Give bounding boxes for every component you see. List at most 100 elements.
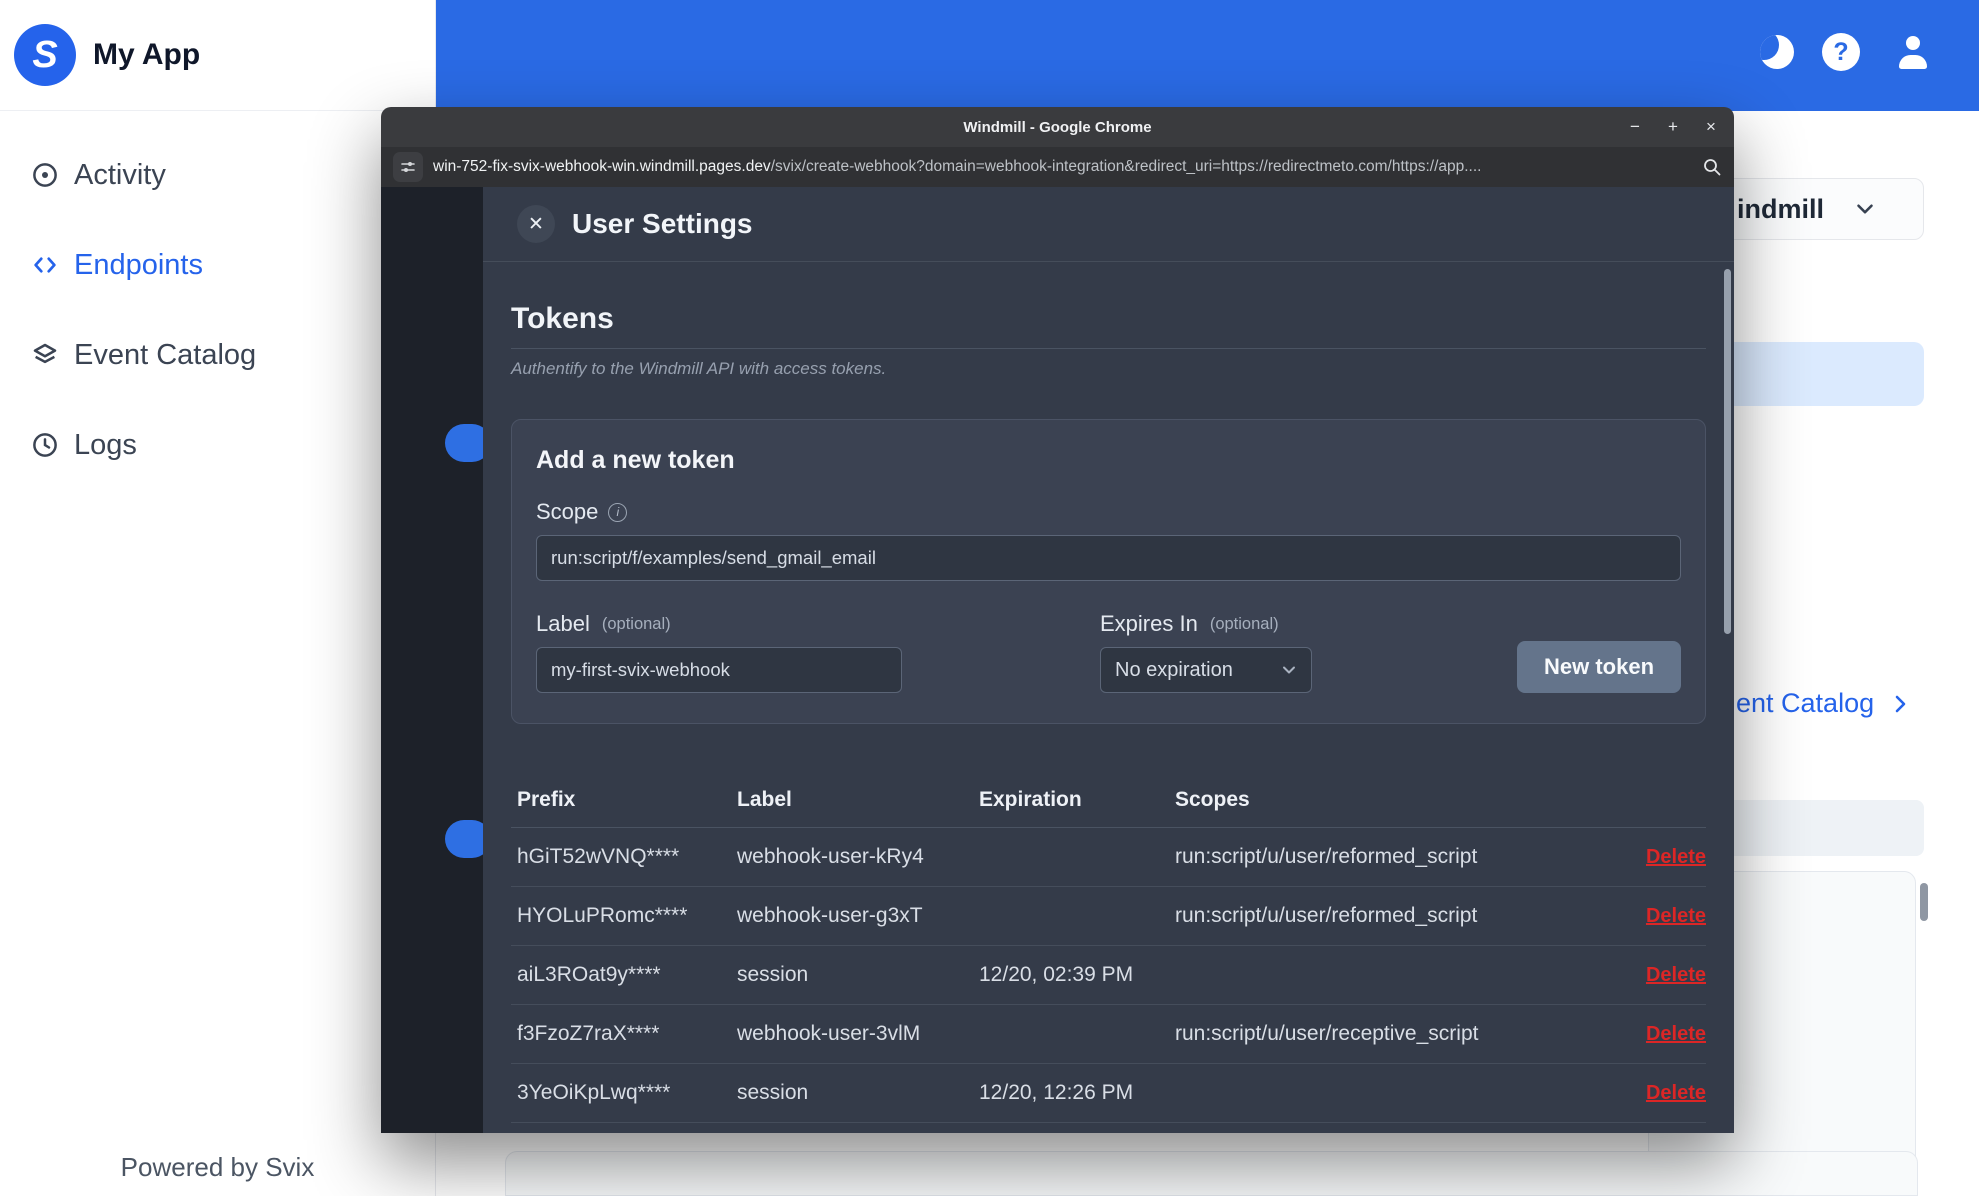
close-modal-button[interactable]: ✕ xyxy=(517,205,555,243)
token-label: webhook-user-g3xT xyxy=(737,904,923,927)
app-title: My App xyxy=(93,38,201,71)
page-scrollbar-thumb[interactable] xyxy=(1920,883,1928,921)
address-bar[interactable]: win-752-fix-svix-webhook-win.windmill.pa… xyxy=(433,158,1694,176)
expires-label-row: Expires In (optional) xyxy=(1100,611,1312,637)
delete-token-link[interactable]: Delete xyxy=(1620,964,1706,987)
app-logo: S xyxy=(14,24,76,86)
user-settings-modal: ✕ User Settings Tokens Authentify to the… xyxy=(483,187,1734,1133)
event-catalog-icon xyxy=(33,343,57,364)
modal-scrollbar-thumb[interactable] xyxy=(1724,269,1731,634)
expires-optional-hint: (optional) xyxy=(1209,614,1279,633)
maximize-button[interactable]: + xyxy=(1660,114,1686,140)
sidebar-item-label: Endpoints xyxy=(74,248,203,281)
minimize-button[interactable]: − xyxy=(1622,114,1648,140)
modal-body: Tokens Authentify to the Windmill API wi… xyxy=(483,302,1734,1123)
url-path: /svix/create-webhook?domain=webhook-inte… xyxy=(770,158,1482,175)
endpoints-icon xyxy=(34,257,56,273)
token-form-row: Label (optional) Expires In (optional) xyxy=(536,611,1681,693)
token-prefix: HYOLuPRomc**** xyxy=(517,904,688,927)
expires-select-value: No expiration xyxy=(1115,658,1233,681)
delete-token-link[interactable]: Delete xyxy=(1620,905,1706,928)
token-label: session xyxy=(737,963,809,986)
token-row: HYOLuPRomc**** webhook-user-g3xT run:scr… xyxy=(511,887,1706,946)
token-prefix: 3YeOiKpLwq**** xyxy=(517,1081,671,1104)
token-label: webhook-user-kRy4 xyxy=(737,845,924,868)
delete-token-link[interactable]: Delete xyxy=(1620,1023,1706,1046)
sidebar-item-event-catalog[interactable]: Event Catalog xyxy=(0,310,435,400)
chevron-right-icon xyxy=(1895,695,1906,712)
desktop: ? S My App Activity Endpoints Event Cata… xyxy=(0,0,1979,1196)
background-panel-bottom xyxy=(505,1151,1918,1196)
tokens-table: Prefix Label Expiration Scopes hGiT52wVN… xyxy=(511,772,1706,1123)
window-title: Windmill - Google Chrome xyxy=(963,118,1152,136)
scope-label-row: Scope i xyxy=(536,499,1681,525)
site-settings-button[interactable] xyxy=(393,152,423,182)
sidebar-item-label: Activity xyxy=(74,158,166,191)
tokens-heading: Tokens xyxy=(511,302,1706,349)
token-prefix: f3FzoZ7raX**** xyxy=(517,1022,660,1045)
token-expiration: 12/20, 02:39 PM xyxy=(979,963,1134,986)
modal-header: ✕ User Settings xyxy=(483,187,1734,262)
logs-icon xyxy=(33,433,57,457)
sidebar-item-activity[interactable]: Activity xyxy=(0,130,435,220)
event-catalog-link[interactable]: ent Catalog xyxy=(1736,688,1912,719)
zoom-button[interactable] xyxy=(1702,157,1722,177)
expires-label: Expires In xyxy=(1100,611,1198,636)
label-label-row: Label (optional) xyxy=(536,611,902,637)
token-scopes: run:script/u/user/reformed_script xyxy=(1175,845,1478,868)
window-titlebar[interactable]: Windmill - Google Chrome − + × xyxy=(381,107,1734,147)
window-controls: − + × xyxy=(1622,107,1724,147)
page-behind-modal xyxy=(381,187,491,1133)
token-row: 3YeOiKpLwq**** session 12/20, 12:26 PM D… xyxy=(511,1064,1706,1123)
browser-viewport: ✕ User Settings Tokens Authentify to the… xyxy=(381,187,1734,1133)
sidebar-item-label: Logs xyxy=(74,428,137,461)
token-scopes: run:script/u/user/reformed_script xyxy=(1175,904,1478,927)
tune-icon xyxy=(401,162,415,172)
token-label: webhook-user-3vlM xyxy=(737,1022,921,1045)
sidebar-nav: Activity Endpoints Event Catalog Logs xyxy=(0,130,435,490)
scope-input[interactable] xyxy=(536,535,1681,581)
modal-title: User Settings xyxy=(572,208,753,239)
sidebar-header: S My App xyxy=(0,0,435,111)
delete-token-link[interactable]: Delete xyxy=(1620,1082,1706,1105)
expires-select[interactable]: No expiration xyxy=(1100,647,1312,693)
powered-by-svix: Powered by Svix xyxy=(120,1152,315,1182)
label-input[interactable] xyxy=(536,647,902,693)
environment-dropdown-label: indmill xyxy=(1737,193,1824,224)
add-token-card: Add a new token Scope i Label (optional) xyxy=(511,419,1706,724)
token-scopes: run:script/u/user/receptive_script xyxy=(1175,1022,1479,1045)
col-label: Label xyxy=(737,787,792,811)
scope-label: Scope xyxy=(536,499,599,524)
col-prefix: Prefix xyxy=(517,787,576,811)
close-window-button[interactable]: × xyxy=(1698,114,1724,140)
label-field-group: Label (optional) xyxy=(536,611,902,693)
tokens-subtitle: Authentify to the Windmill API with acce… xyxy=(511,359,887,378)
expires-field-group: Expires In (optional) No expiration xyxy=(1100,611,1312,693)
delete-token-link[interactable]: Delete xyxy=(1620,846,1706,869)
token-row: hGiT52wVNQ**** webhook-user-kRy4 run:scr… xyxy=(511,828,1706,887)
url-host: win-752-fix-svix-webhook-win.windmill.pa… xyxy=(433,158,771,175)
sidebar-item-logs[interactable]: Logs xyxy=(0,400,435,490)
event-catalog-link-label: ent Catalog xyxy=(1736,688,1875,718)
token-row: f3FzoZ7raX**** webhook-user-3vlM run:scr… xyxy=(511,1005,1706,1064)
sidebar: S My App Activity Endpoints Event Catalo… xyxy=(0,0,436,1196)
col-expiration: Expiration xyxy=(979,787,1082,811)
chevron-down-icon xyxy=(1283,666,1295,674)
new-token-button[interactable]: New token xyxy=(1517,641,1681,693)
browser-toolbar: win-752-fix-svix-webhook-win.windmill.pa… xyxy=(381,147,1734,187)
info-icon: i xyxy=(608,502,628,522)
sidebar-item-endpoints[interactable]: Endpoints xyxy=(0,220,435,310)
add-token-heading: Add a new token xyxy=(536,446,735,474)
magnifier-icon xyxy=(1704,159,1721,176)
chevron-down-icon xyxy=(1857,204,1873,214)
label-label: Label xyxy=(536,611,590,636)
activity-icon xyxy=(33,163,57,187)
chrome-window: Windmill - Google Chrome − + × win-752-f… xyxy=(381,107,1734,1133)
sidebar-item-label: Event Catalog xyxy=(74,338,257,371)
col-scopes: Scopes xyxy=(1175,787,1250,811)
token-label: session xyxy=(737,1081,809,1104)
token-prefix: hGiT52wVNQ**** xyxy=(517,845,680,868)
token-row: aiL3ROat9y**** session 12/20, 02:39 PM D… xyxy=(511,946,1706,1005)
label-optional-hint: (optional) xyxy=(601,614,671,633)
token-expiration: 12/20, 12:26 PM xyxy=(979,1081,1134,1104)
